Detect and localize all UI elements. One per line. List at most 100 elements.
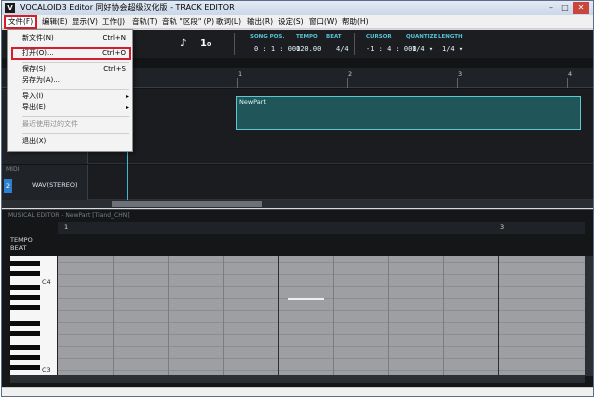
midi-label: MIDI <box>6 166 20 173</box>
black-key[interactable] <box>10 355 40 360</box>
beat-label: BEAT <box>326 34 342 40</box>
cursor-value: -1 : 4 : 000 <box>366 45 417 53</box>
tempo-label: TEMPO <box>296 34 318 40</box>
app-icon: V <box>5 3 15 13</box>
musical-horizontal-scrollbar[interactable] <box>10 375 585 383</box>
menu-view[interactable]: 显示(V) <box>70 16 100 28</box>
menu-item-save[interactable]: 保存(S) <box>22 64 46 75</box>
menu-item-save-as[interactable]: 另存为(A)... <box>22 75 60 86</box>
beat-track-label: BEAT <box>10 244 27 252</box>
menu-render[interactable]: 输出(R) <box>245 16 275 28</box>
title-bar: V VOCALOID3 Editor 同好协会超级汉化版 - TRACK EDI… <box>2 1 593 15</box>
menu-separator <box>22 89 129 90</box>
black-key[interactable] <box>10 305 40 310</box>
menu-separator <box>22 62 129 63</box>
quantize-select[interactable]: 1/4 ▾ <box>412 45 433 53</box>
menu-separator <box>22 133 129 134</box>
note-block[interactable] <box>288 298 324 300</box>
ruler-tick <box>567 78 568 88</box>
piano-keyboard[interactable]: C4 C3 <box>10 256 58 376</box>
ruler-mark: 2 <box>348 70 353 78</box>
grid-row-line <box>58 370 585 371</box>
menu-track[interactable]: 音轨(T) <box>130 16 159 28</box>
length-select[interactable]: 1/4 ▾ <box>442 45 463 53</box>
grid-beat-line <box>113 256 114 376</box>
track-number: 2 <box>4 179 12 193</box>
musical-editor-title: MUSICAL EDITOR - NewPart [Tiand_CHN] <box>8 212 130 219</box>
musical-vertical-scrollbar[interactable] <box>585 256 593 376</box>
menu-item-exit[interactable]: 退出(X) <box>22 136 46 147</box>
submenu-arrow-icon: ▸ <box>125 93 129 100</box>
track-horizontal-scrollbar[interactable] <box>2 200 593 208</box>
wav-track-header[interactable]: MIDI 2 WAV(STEREO) <box>2 165 88 200</box>
grid-row-line <box>58 346 585 347</box>
grid-row-line <box>58 262 585 263</box>
menu-job[interactable]: 工作(J) <box>100 16 127 28</box>
black-key[interactable] <box>10 271 40 276</box>
menu-edit[interactable]: 编辑(E) <box>40 16 70 28</box>
minimize-icon[interactable]: – <box>545 2 557 14</box>
menu-window[interactable]: 窗口(W) <box>307 16 339 28</box>
grid-row-line <box>58 334 585 335</box>
ruler-tick <box>457 78 458 88</box>
menu-help[interactable]: 帮助(H) <box>340 16 371 28</box>
menu-item-open[interactable]: 打开(O)... <box>22 48 54 59</box>
black-key[interactable] <box>10 331 40 336</box>
beat-value[interactable]: 4/4 <box>336 45 349 53</box>
quantize-label: QUANTIZE <box>406 34 438 40</box>
black-key[interactable] <box>10 295 40 300</box>
toolbar-separator <box>354 33 355 55</box>
menu-settings[interactable]: 设定(S) <box>276 16 306 28</box>
shortcut-open: Ctrl+O <box>102 49 126 57</box>
musical-editor: MUSICAL EDITOR - NewPart [Tiand_CHN] 1 3… <box>2 209 593 389</box>
file-menu-dropdown: 新文件(N) Ctrl+N 打开(O)... Ctrl+O 保存(S) Ctrl… <box>7 29 133 152</box>
cursor-label: CURSOR <box>366 34 392 40</box>
submenu-arrow-icon: ▸ <box>125 104 129 111</box>
ruler-mark: 4 <box>568 70 573 78</box>
black-key[interactable] <box>10 345 40 350</box>
ruler-mark: 1 <box>238 70 243 78</box>
part-block[interactable]: NewPart <box>236 96 581 130</box>
grid-row-line <box>58 274 585 275</box>
menu-file[interactable]: 文件(F) <box>4 15 38 29</box>
shortcut-new: Ctrl+N <box>102 34 126 42</box>
ruler-mark: 3 <box>500 223 505 231</box>
black-key[interactable] <box>10 365 40 370</box>
menu-item-import[interactable]: 导入(I) <box>22 91 44 102</box>
key-label-c4: C4 <box>42 278 51 286</box>
menu-item-new[interactable]: 新文件(N) <box>22 33 54 44</box>
line-tool-icon[interactable]: 1₀ <box>200 39 211 49</box>
song-pos-value: 0 : 1 : 000 <box>254 45 301 53</box>
grid-beat-line <box>168 256 169 376</box>
grid-beat-line <box>333 256 334 376</box>
shortcut-save: Ctrl+S <box>103 65 126 73</box>
menu-item-recent-files: 最近使用过的文件 <box>22 120 78 128</box>
tempo-value[interactable]: 120.00 <box>296 45 321 53</box>
note-tool-icon[interactable]: ♪ <box>180 39 186 49</box>
grid-row-line <box>58 358 585 359</box>
menu-part[interactable]: 音轨 "区段" (P) <box>160 16 216 28</box>
menu-separator <box>22 116 129 117</box>
maximize-icon[interactable]: □ <box>559 2 571 14</box>
menu-lyrics[interactable]: 歌词(L) <box>214 16 243 28</box>
wav-track-label: WAV(STEREO) <box>32 181 78 189</box>
black-key[interactable] <box>10 261 40 266</box>
black-key[interactable] <box>10 285 40 290</box>
grid-bar-line <box>498 256 499 376</box>
close-icon[interactable]: ✕ <box>573 2 589 14</box>
grid-beat-line <box>223 256 224 376</box>
status-bar <box>2 387 593 396</box>
ruler-tick <box>347 78 348 88</box>
wav-track-lane[interactable] <box>88 165 593 200</box>
menu-item-export[interactable]: 导出(E) <box>22 102 46 113</box>
grid-bar-line <box>278 256 279 376</box>
black-key[interactable] <box>10 321 40 326</box>
grid-beat-line <box>443 256 444 376</box>
note-grid[interactable] <box>58 256 585 376</box>
scrollbar-thumb[interactable] <box>112 201 262 207</box>
song-pos-label: SONG POS. <box>250 34 285 40</box>
ruler-mark: 3 <box>458 70 463 78</box>
grid-row-line <box>58 322 585 323</box>
musical-ruler: 1 3 <box>58 222 585 234</box>
length-label: LENGTH <box>438 34 463 40</box>
